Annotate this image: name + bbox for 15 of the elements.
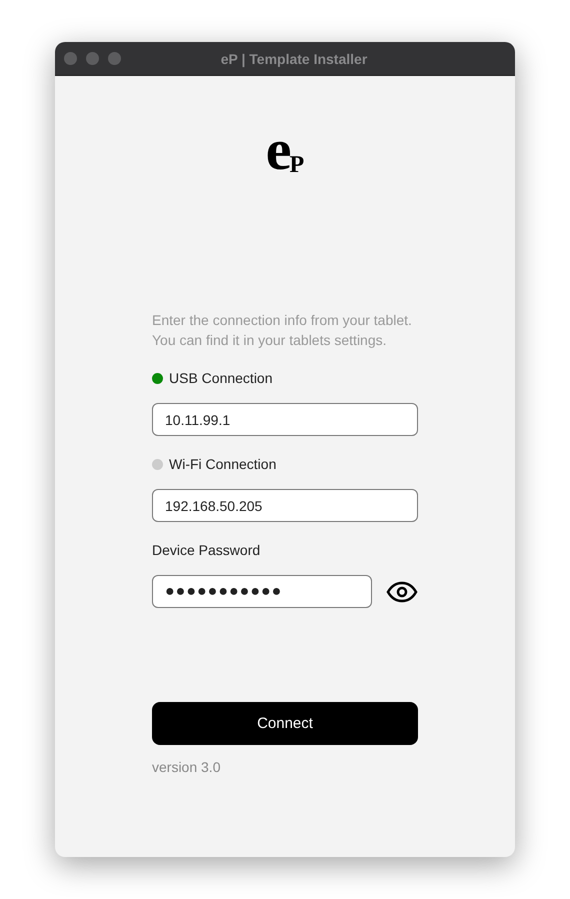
address-field[interactable]: 10.11.99.1 — [152, 403, 418, 436]
window-control-icon[interactable] — [64, 52, 77, 65]
eye-icon[interactable] — [386, 580, 418, 602]
address-field[interactable]: 192.168.50.205 — [152, 489, 418, 522]
window-control-icon[interactable] — [108, 52, 121, 65]
connection-label: Wi-Fi Connection — [169, 456, 276, 472]
connection-label: USB Connection — [169, 370, 273, 386]
version-text: version 3.0 — [152, 759, 222, 775]
connect-button[interactable]: Connect — [152, 702, 418, 745]
window-title: eP | Template Installer — [220, 50, 368, 66]
window-control-icon[interactable] — [86, 52, 99, 65]
logo: eP — [266, 126, 304, 184]
instructions-text: Enter the connection info from your tablet. You can find it in your tablets settings. — [152, 311, 413, 350]
password-field[interactable]: ●●●●●●●●●●● — [152, 575, 372, 608]
password-label: Device Password — [152, 541, 262, 560]
